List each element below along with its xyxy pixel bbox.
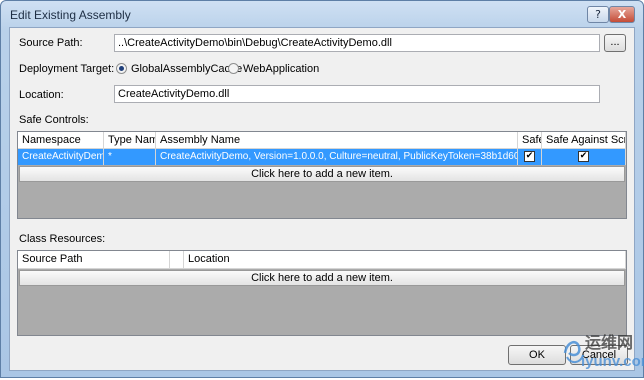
window-title: Edit Existing Assembly (10, 8, 131, 22)
class-resources-grid[interactable]: Source Path Location Click here to add a… (17, 250, 627, 336)
cell-assembly-name[interactable]: CreateActivityDemo, Version=1.0.0.0, Cul… (156, 149, 518, 165)
watermark-url-text: iyunv.com (581, 353, 644, 370)
browse-button-label: ... (610, 36, 620, 48)
cell-safe-against-script[interactable]: ✔ (542, 149, 626, 165)
radio-web-application-label: WebApplication (243, 63, 320, 75)
location-input[interactable]: CreateActivityDemo.dll (114, 85, 600, 103)
class-resources-label: Class Resources: (19, 233, 106, 245)
cell-type-name[interactable]: * (104, 149, 156, 165)
title-bar[interactable]: Edit Existing Assembly ? X (1, 1, 643, 27)
ok-button-label: OK (529, 349, 545, 361)
safe-against-script-checkbox[interactable]: ✔ (578, 151, 589, 162)
help-icon: ? (595, 8, 601, 21)
column-header-spacer (170, 251, 184, 269)
column-header-assembly-name[interactable]: Assembly Name (156, 132, 518, 149)
watermark-cn-text: 运维网 (585, 335, 634, 352)
add-class-resource-row[interactable]: Click here to add a new item. (19, 270, 625, 286)
source-path-input[interactable]: ..\CreateActivityDemo\bin\Debug\CreateAc… (114, 34, 600, 52)
close-button[interactable]: X (609, 6, 635, 23)
dialog-body: Source Path: ..\CreateActivityDemo\bin\D… (9, 27, 635, 371)
column-header-source-path[interactable]: Source Path (18, 251, 170, 269)
deployment-target-label: Deployment Target: (19, 63, 115, 75)
safe-checkbox[interactable]: ✔ (524, 151, 535, 162)
help-button[interactable]: ? (587, 6, 609, 23)
browse-button[interactable]: ... (604, 34, 626, 52)
cell-safe[interactable]: ✔ (518, 149, 542, 165)
radio-global-assembly-cache-label: GlobalAssemblyCache (131, 63, 243, 75)
radio-web-application[interactable] (228, 63, 239, 74)
source-path-label: Source Path: (19, 37, 83, 49)
safe-controls-grid[interactable]: Namespace Type Name Assembly Name Safe S… (17, 131, 627, 219)
radio-global-assembly-cache[interactable] (116, 63, 127, 74)
column-header-type-name[interactable]: Type Name (104, 132, 156, 149)
column-header-namespace[interactable]: Namespace (18, 132, 104, 149)
column-header-safe-against-script[interactable]: Safe Against Script (542, 132, 626, 149)
add-safe-control-row[interactable]: Click here to add a new item. (19, 166, 625, 182)
dialog-window: Edit Existing Assembly ? X Source Path: … (0, 0, 644, 378)
safe-controls-label: Safe Controls: (19, 114, 89, 126)
close-icon: X (617, 8, 627, 21)
watermark: 运维网 iyunv.com (555, 327, 644, 377)
column-header-location[interactable]: Location (184, 251, 626, 269)
location-label: Location: (19, 89, 64, 101)
cell-namespace[interactable]: CreateActivityDemo (18, 149, 104, 165)
column-header-safe[interactable]: Safe (518, 132, 542, 149)
